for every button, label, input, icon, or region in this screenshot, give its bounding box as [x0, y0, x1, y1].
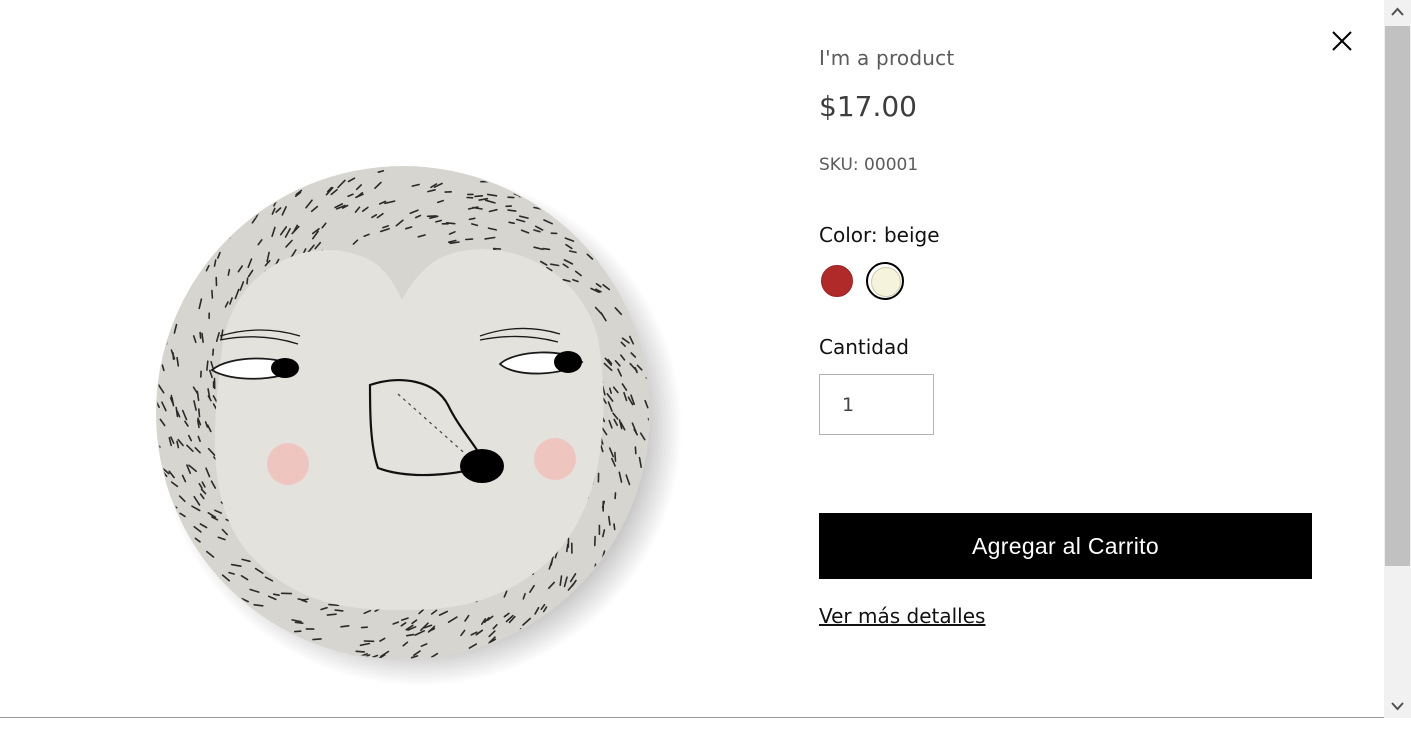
plate-fur-stroke — [607, 515, 611, 526]
quantity-label: Cantidad — [819, 335, 909, 359]
view-more-details-link[interactable]: Ver más detalles — [819, 604, 985, 628]
product-sku: SKU: 00001 — [819, 155, 919, 175]
plate-fur-stroke — [355, 650, 366, 653]
plate-fur-stroke — [328, 603, 340, 607]
plate-fur-stroke — [199, 331, 202, 339]
color-label: Color: beige — [819, 223, 940, 247]
plate-fur-stroke — [172, 352, 175, 360]
plate-fur-stroke — [542, 247, 551, 251]
modal-bottom-border — [0, 717, 1384, 718]
plate-fur-stroke — [340, 624, 350, 628]
chevron-down-icon[interactable] — [1384, 694, 1411, 718]
plate-fur-stroke — [334, 609, 344, 612]
plate-fur-stroke — [492, 247, 502, 250]
product-price: $17.00 — [819, 90, 917, 123]
plate-fur-stroke — [405, 633, 415, 637]
plate-fur-stroke — [246, 277, 249, 285]
plate-fur-stroke — [326, 613, 337, 616]
scrollbar-thumb[interactable] — [1385, 26, 1410, 566]
add-to-cart-button[interactable]: Agregar al Carrito — [819, 513, 1312, 579]
plate-fur-stroke — [198, 408, 201, 418]
plate-fur-stroke — [468, 217, 476, 221]
plate-fur-stroke — [272, 593, 280, 597]
plate-fur-stroke — [312, 638, 322, 641]
quantity-input[interactable] — [819, 374, 934, 435]
close-icon[interactable] — [1328, 27, 1356, 55]
color-swatches — [819, 262, 919, 300]
plate-fur-stroke — [227, 268, 231, 276]
plate-fur-stroke — [474, 194, 484, 198]
plate-fur-stroke — [206, 360, 209, 371]
plate-fur-stroke — [253, 603, 264, 607]
plate-fur-stroke — [294, 621, 304, 625]
chevron-up-icon[interactable] — [1384, 0, 1411, 24]
plate-fur-stroke — [211, 289, 214, 299]
plate-fur-stroke — [507, 209, 517, 212]
quick-view-modal: I'm a product $17.00 SKU: 00001 Color: b… — [0, 0, 1384, 718]
product-title: I'm a product — [819, 46, 955, 70]
plate-fur-stroke — [614, 451, 617, 462]
plate-fur-stroke — [613, 523, 616, 531]
plate-fur-stroke — [212, 348, 215, 356]
color-swatch-red[interactable] — [821, 265, 853, 297]
color-swatch-beige[interactable] — [866, 262, 904, 300]
plate-fur-stroke — [508, 221, 516, 225]
product-image[interactable] — [130, 150, 690, 690]
plate-fur-stroke — [201, 332, 204, 343]
vertical-scrollbar[interactable] — [1384, 0, 1411, 718]
